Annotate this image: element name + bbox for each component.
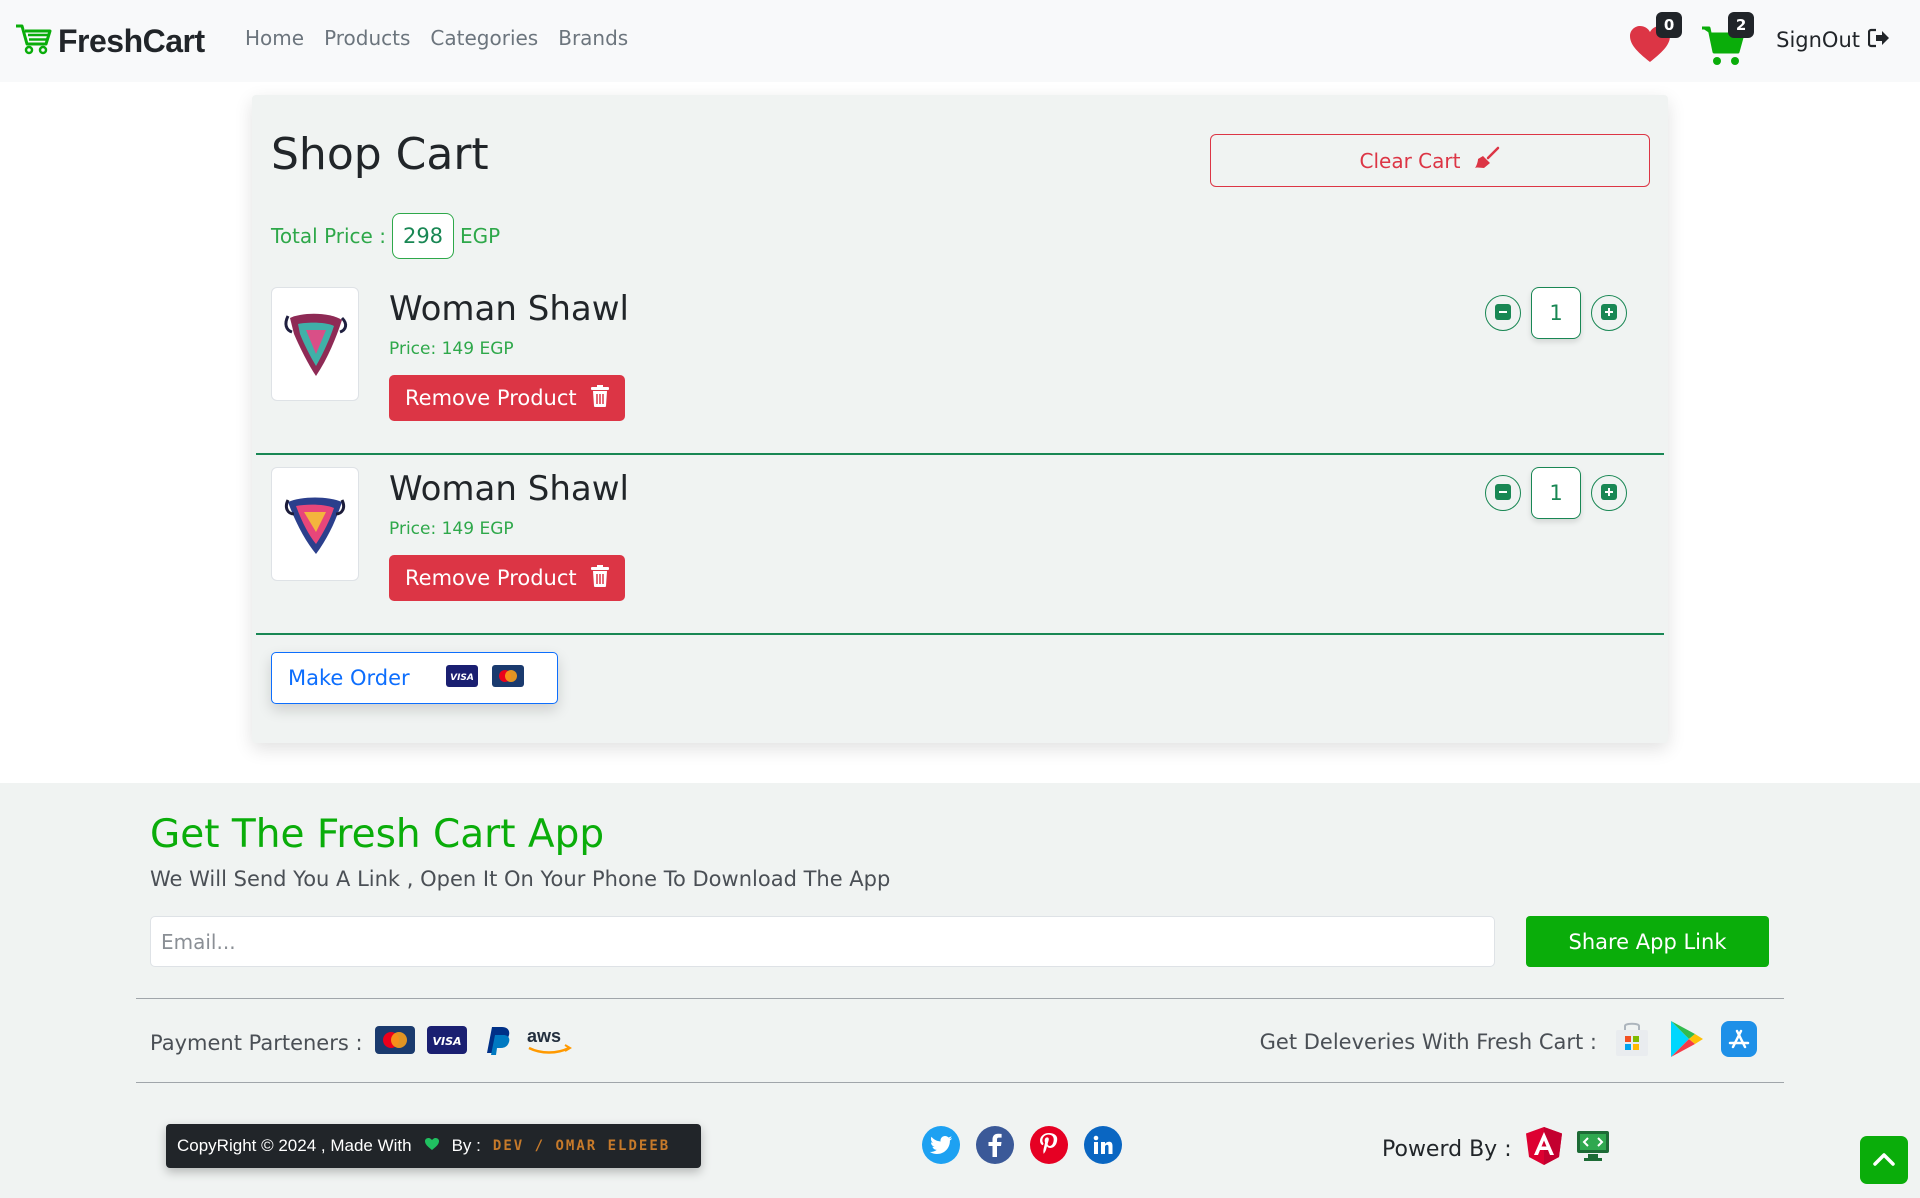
cart-count-badge: 2 (1728, 12, 1755, 38)
clear-cart-button[interactable]: Clear Cart (1210, 134, 1650, 187)
product-name: Woman Shawl (389, 289, 629, 329)
google-play-icon[interactable] (1667, 1019, 1705, 1064)
product-price: Price: 149 EGP (389, 519, 514, 539)
svg-text:aws: aws (527, 1026, 561, 1046)
total-price-value: 298 (391, 213, 455, 259)
payment-partners: Payment Parteners : VISA aws (150, 1023, 573, 1062)
facebook-icon[interactable] (976, 1126, 1014, 1164)
cart-item: Woman Shawl Price: 149 EGP Remove Produc… (256, 455, 1664, 635)
remove-product-button[interactable]: Remove Product (389, 375, 625, 421)
wishlist-link[interactable]: 0 (1628, 12, 1683, 68)
powered-by: Powerd By : (1382, 1127, 1610, 1171)
sign-out-icon (1867, 28, 1890, 53)
product-image (271, 467, 359, 581)
share-app-link-button[interactable]: Share App Link (1526, 916, 1769, 967)
divider (136, 1082, 1784, 1083)
product-price: Price: 149 EGP (389, 339, 514, 359)
payment-partners-label: Payment Parteners : (150, 1030, 363, 1055)
twitter-icon[interactable] (922, 1126, 960, 1164)
microsoft-store-icon[interactable] (1613, 1020, 1651, 1063)
quantity-value: 1 (1531, 467, 1581, 519)
decrease-quantity-button[interactable] (1485, 295, 1521, 331)
shopping-cart-icon (14, 22, 52, 60)
aws-icon: aws (525, 1024, 573, 1061)
delivery-apps: Get Deleveries With Fresh Cart : (1260, 1019, 1757, 1064)
heart-icon (424, 1136, 440, 1156)
navbar: FreshCart Home Products Categories Brand… (0, 0, 1920, 82)
make-order-label: Make Order (288, 666, 410, 690)
quantity-value: 1 (1531, 287, 1581, 339)
remove-product-label: Remove Product (405, 566, 577, 590)
clear-cart-label: Clear Cart (1359, 148, 1461, 173)
mastercard-icon (374, 1026, 415, 1059)
remove-product-button[interactable]: Remove Product (389, 555, 625, 601)
quantity-stepper: 1 (1485, 287, 1627, 339)
linkedin-icon[interactable] (1084, 1126, 1122, 1164)
cart-item: Woman Shawl Price: 149 EGP Remove Produc… (256, 275, 1664, 455)
quantity-stepper: 1 (1485, 467, 1627, 519)
svg-text:VISA: VISA (450, 673, 474, 683)
total-price-label: Total Price : (271, 224, 386, 248)
brand-name: FreshCart (58, 22, 205, 59)
product-name: Woman Shawl (389, 469, 629, 509)
divider (136, 998, 1784, 999)
signout-label: SignOut (1776, 28, 1860, 52)
increase-quantity-button[interactable] (1591, 295, 1627, 331)
app-store-icon[interactable] (1721, 1021, 1757, 1062)
nav-link-products[interactable]: Products (324, 26, 410, 50)
wishlist-count-badge: 0 (1656, 12, 1683, 38)
trash-icon (590, 564, 609, 592)
chevron-up-icon (1873, 1152, 1895, 1169)
paypal-icon (479, 1023, 513, 1062)
visa-icon: VISA (445, 664, 478, 692)
copyright-text: CopyRight © 2024 , Made With (177, 1136, 412, 1155)
total-price-currency: EGP (460, 224, 501, 248)
total-price-row: Total Price : 298 EGP (271, 213, 500, 259)
minus-icon (1495, 483, 1511, 503)
nav-link-home[interactable]: Home (245, 26, 304, 50)
brand-logo[interactable]: FreshCart (14, 22, 205, 60)
minus-icon (1495, 303, 1511, 323)
angular-icon (1525, 1127, 1562, 1171)
plus-icon (1601, 483, 1617, 503)
decrease-quantity-button[interactable] (1485, 475, 1521, 511)
scroll-to-top-button[interactable] (1860, 1136, 1908, 1184)
footer: Get The Fresh Cart App We Will Send You … (0, 783, 1920, 1198)
copyright-bar: CopyRight © 2024 , Made With By : DEV / … (166, 1124, 701, 1168)
developer-name[interactable]: DEV / OMAR ELDEEB (493, 1138, 670, 1154)
increase-quantity-button[interactable] (1591, 475, 1627, 511)
cart-panel: Shop Cart Clear Cart Total Price : 298 E… (252, 95, 1668, 743)
visa-icon: VISA (426, 1026, 467, 1059)
page-title: Shop Cart (271, 129, 489, 180)
nav-link-brands[interactable]: Brands (558, 26, 628, 50)
plus-icon (1601, 303, 1617, 323)
broom-icon (1474, 146, 1500, 175)
code-editor-icon (1576, 1130, 1610, 1168)
trash-icon (590, 384, 609, 412)
footer-subtitle: We Will Send You A Link , Open It On You… (150, 867, 891, 891)
delivery-label: Get Deleveries With Fresh Cart : (1259, 1029, 1597, 1054)
make-order-button[interactable]: Make Order VISA (271, 652, 558, 704)
card-icons: VISA (445, 664, 524, 692)
social-links (922, 1126, 1122, 1164)
remove-product-label: Remove Product (405, 386, 577, 410)
mastercard-icon (491, 664, 524, 692)
svg-text:VISA: VISA (432, 1035, 461, 1048)
by-label: By : (451, 1136, 481, 1155)
email-input[interactable] (150, 916, 1495, 967)
footer-title: Get The Fresh Cart App (150, 812, 605, 857)
shawl-image-icon (284, 313, 348, 376)
pinterest-icon[interactable] (1030, 1126, 1068, 1164)
shawl-image-icon (284, 497, 346, 554)
nav-link-categories[interactable]: Categories (430, 26, 538, 50)
product-image (271, 287, 359, 401)
nav-actions: 0 2 SignOut (1628, 12, 1890, 68)
signout-button[interactable]: SignOut (1776, 28, 1890, 53)
nav-links: Home Products Categories Brands (245, 26, 628, 50)
cart-link[interactable]: 2 (1700, 12, 1755, 68)
powered-by-label: Powerd By : (1382, 1136, 1512, 1162)
